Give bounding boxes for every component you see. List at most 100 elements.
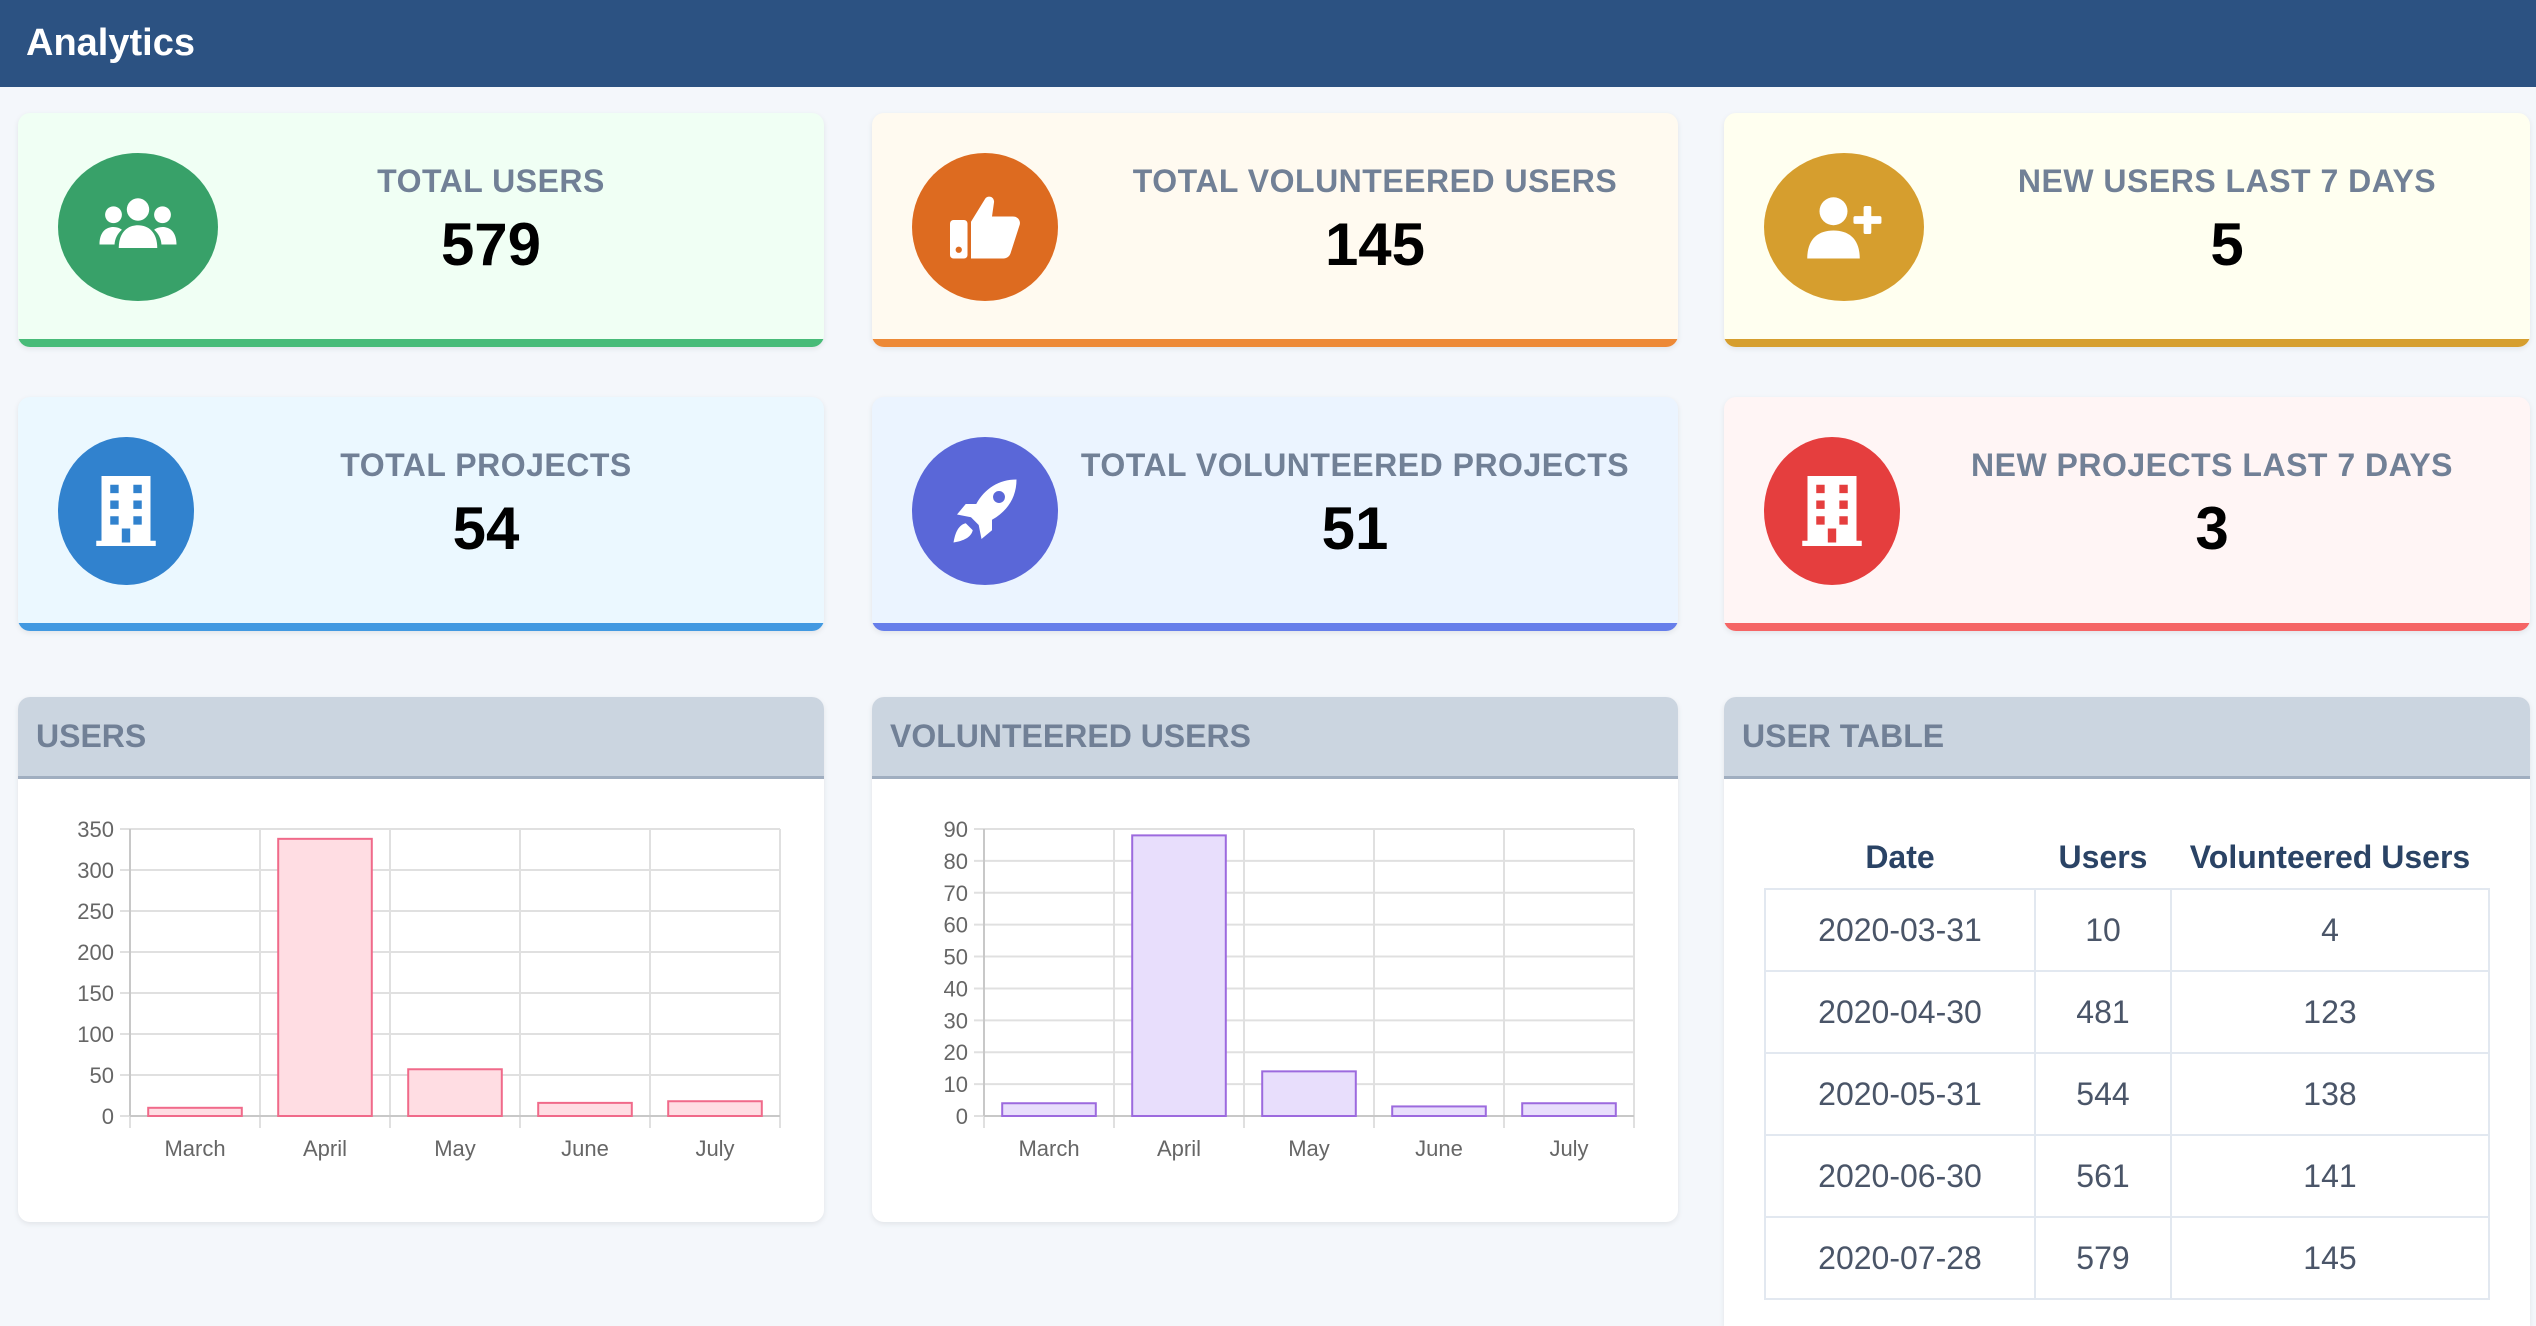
x-tick-label: March [1018, 1136, 1079, 1161]
bar-may [407, 1068, 503, 1118]
stat-label: NEW PROJECTS LAST 7 DAYS [1970, 447, 2453, 483]
volunteered-users-chart-panel: VOLUNTEERED USERS 0 10 20 30 40 50 60 70 80 90 Mar… [872, 697, 1678, 1222]
y-tick-label: 0 [956, 1104, 968, 1129]
stat-label: TOTAL VOLUNTEERED PROJECTS [1080, 447, 1630, 483]
panel-header: USER TABLE [1724, 697, 2530, 779]
panel-header: USERS [18, 697, 824, 779]
stat-value: 54 [452, 495, 520, 562]
card-accent-bar [872, 339, 1678, 347]
y-tick-label: 350 [77, 817, 114, 842]
bar-march [147, 1106, 243, 1117]
table-row: 2020-07-28 579 145 [1764, 1216, 2490, 1300]
bar-july [1521, 1102, 1617, 1118]
y-tick-label: 0 [102, 1104, 114, 1129]
stat-card-total-projects: TOTAL PROJECTS 54 [18, 397, 824, 631]
stat-text: TOTAL VOLUNTEERED PROJECTS 51 [1072, 447, 1638, 563]
x-tick-label: June [1415, 1136, 1463, 1161]
building-icon [1764, 437, 1900, 585]
y-tick-label: 40 [944, 976, 968, 1001]
top-bar: Analytics [0, 0, 2536, 87]
y-tick-label: 250 [77, 899, 114, 924]
x-tick-label: June [561, 1136, 609, 1161]
bar-april [1131, 834, 1227, 1117]
stat-label: TOTAL VOLUNTEERED USERS [1132, 163, 1618, 199]
bar-july [667, 1100, 763, 1117]
table-cell: 481 [2034, 970, 2172, 1054]
card-accent-bar [1724, 339, 2530, 347]
bar-may [1261, 1070, 1357, 1118]
stat-text: TOTAL PROJECTS 54 [208, 447, 764, 563]
users-bar-chart: 0 50 100 150 200 250 300 350 March April May June Ju… [77, 817, 781, 1161]
users-chart-panel: USERS 0 50 100 150 200 250 300 350 March April May… [18, 697, 824, 1222]
rocket-icon [912, 437, 1058, 585]
column-header-date: Date [1865, 839, 1935, 875]
stat-label: TOTAL USERS [377, 163, 605, 199]
stat-text: NEW USERS LAST 7 DAYS 5 [1934, 163, 2520, 279]
user-plus-icon [1764, 153, 1924, 301]
bar-march [1001, 1102, 1097, 1118]
x-tick-label: July [1549, 1136, 1588, 1161]
table-cell: 2020-06-30 [1764, 1134, 2036, 1218]
stat-card-total-users: TOTAL USERS 579 [18, 113, 824, 347]
stat-value: 51 [1321, 495, 1389, 562]
table-header-row: Date Users Volunteered Users [1765, 827, 2489, 889]
y-tick-label: 200 [77, 940, 114, 965]
card-accent-bar [18, 623, 824, 631]
volunteered-users-bar-chart: 0 10 20 30 40 50 60 70 80 90 March April May June July [944, 817, 1635, 1161]
bar-june [1391, 1105, 1487, 1117]
table-cell: 2020-05-31 [1764, 1052, 2036, 1136]
x-tick-label: July [695, 1136, 734, 1161]
table-cell: 561 [2034, 1134, 2172, 1218]
stat-value: 5 [2210, 211, 2244, 278]
y-tick-label: 50 [944, 945, 968, 970]
x-tick-label: May [1288, 1136, 1330, 1161]
table-cell: 10 [2034, 888, 2172, 972]
stat-text: NEW PROJECTS LAST 7 DAYS 3 [1904, 447, 2520, 563]
stat-text: TOTAL USERS 579 [228, 163, 754, 279]
table-cell: 4 [2170, 888, 2490, 972]
stat-value: 145 [1324, 211, 1426, 278]
table-cell: 2020-04-30 [1764, 970, 2036, 1054]
table-cell: 2020-03-31 [1764, 888, 2036, 972]
y-tick-label: 10 [944, 1072, 968, 1097]
y-tick-label: 100 [77, 1022, 114, 1047]
card-accent-bar [1724, 623, 2530, 631]
table-row: 2020-03-31 10 4 [1764, 888, 2490, 972]
stat-label: NEW USERS LAST 7 DAYS [2017, 163, 2437, 199]
y-tick-label: 20 [944, 1040, 968, 1065]
y-tick-label: 60 [944, 913, 968, 938]
stat-card-total-volunteered-users: TOTAL VOLUNTEERED USERS 145 [872, 113, 1678, 347]
table-cell: 2020-07-28 [1764, 1216, 2036, 1300]
stat-text: TOTAL VOLUNTEERED USERS 145 [1082, 163, 1668, 279]
table-cell: 145 [2170, 1216, 2490, 1300]
building-icon [58, 437, 194, 585]
y-tick-label: 300 [77, 858, 114, 883]
stat-value: 3 [2195, 495, 2229, 562]
users-icon [58, 153, 218, 301]
stat-card-new-users: NEW USERS LAST 7 DAYS 5 [1724, 113, 2530, 347]
x-tick-label: April [303, 1136, 347, 1161]
stat-label: TOTAL PROJECTS [340, 447, 632, 483]
x-tick-label: April [1157, 1136, 1201, 1161]
table-cell: 544 [2034, 1052, 2172, 1136]
table-row: 2020-04-30 481 123 [1764, 970, 2490, 1054]
y-tick-label: 50 [90, 1063, 114, 1088]
y-tick-label: 90 [944, 817, 968, 842]
page-title: Analytics [26, 22, 195, 64]
table-cell: 141 [2170, 1134, 2490, 1218]
y-tick-label: 80 [944, 849, 968, 874]
card-accent-bar [18, 339, 824, 347]
y-tick-label: 30 [944, 1008, 968, 1033]
card-accent-bar [872, 623, 1678, 631]
column-header-users: Users [2058, 839, 2148, 875]
column-header-volunteered-users: Volunteered Users [2189, 839, 2471, 875]
user-table-panel: USER TABLE Date Users Volunteered Users … [1724, 697, 2530, 1326]
table-row: 2020-06-30 561 141 [1764, 1134, 2490, 1218]
x-tick-label: May [434, 1136, 476, 1161]
panel-header: VOLUNTEERED USERS [872, 697, 1678, 779]
x-tick-label: March [164, 1136, 225, 1161]
y-tick-label: 70 [944, 881, 968, 906]
bar-april [277, 837, 373, 1118]
table-cell: 579 [2034, 1216, 2172, 1300]
table-cell: 123 [2170, 970, 2490, 1054]
